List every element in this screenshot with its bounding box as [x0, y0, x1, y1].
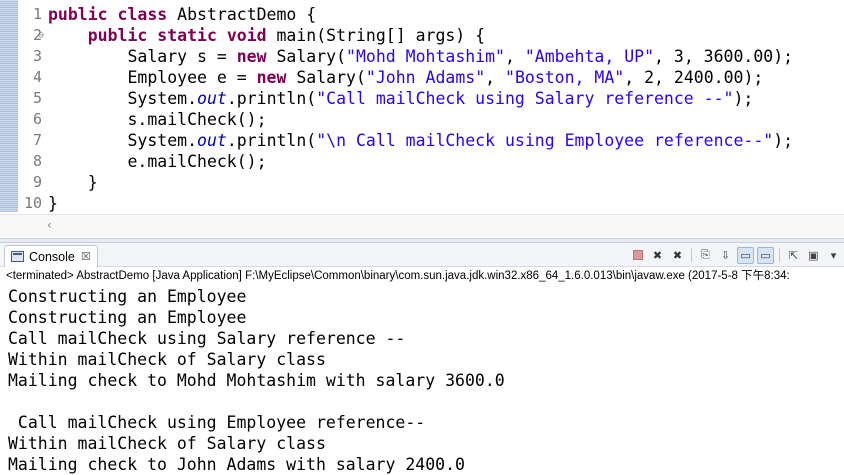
- show-stderr-icon[interactable]: ▭: [757, 246, 774, 264]
- code-token: System.: [48, 131, 198, 150]
- code-token: AbstractDemo {: [167, 5, 317, 24]
- line-number: 4: [32, 68, 42, 86]
- line-number: 5: [32, 89, 42, 107]
- code-token: );: [773, 131, 794, 150]
- remove-launch-icon[interactable]: ✖: [649, 247, 666, 264]
- console-icon: [11, 251, 24, 262]
- code-text: }: [48, 193, 58, 214]
- code-text: s.mailCheck();: [48, 109, 267, 130]
- line-number: 10: [23, 194, 42, 212]
- console-toolbar: ✖ ✖ ⎘ ⇩ ▭ ▭ ⇱ ▣ ▾: [629, 246, 842, 264]
- code-line[interactable]: 7 System.out.println("\n Call mailCheck …: [0, 130, 844, 151]
- console-output-line: Call mailCheck using Employee reference-…: [8, 413, 426, 432]
- string-token: "John Adams": [365, 68, 486, 87]
- code-line[interactable]: 3 Salary s = new Salary("Mohd Mohtashim"…: [0, 46, 844, 67]
- code-line[interactable]: 5 System.out.println("Call mailCheck usi…: [0, 88, 844, 109]
- code-line[interactable]: 6 s.mailCheck();: [0, 109, 844, 130]
- console-output-line: Mailing check to John Adams with salary …: [8, 455, 465, 474]
- code-token: s.mailCheck();: [48, 110, 267, 129]
- code-line[interactable]: 1 public class AbstractDemo {: [0, 4, 844, 25]
- keyword-token: new: [236, 47, 267, 66]
- scroll-left-arrow-icon[interactable]: ‹: [47, 218, 52, 232]
- terminate-square: [632, 250, 643, 260]
- fold-collapse-icon[interactable]: ⊖: [38, 25, 44, 46]
- code-token: , 3, 3600.00);: [654, 47, 794, 66]
- close-icon[interactable]: ☒: [81, 250, 91, 263]
- code-token: .println(: [226, 131, 317, 150]
- code-editor[interactable]: 1 public class AbstractDemo {2 ⊖ public st…: [0, 0, 844, 238]
- line-number: 7: [32, 131, 42, 149]
- code-line[interactable]: 9 }: [0, 172, 844, 193]
- clear-console-icon[interactable]: ⎘: [697, 247, 714, 264]
- toolbar-separator: [691, 248, 692, 262]
- code-text: e.mailCheck();: [48, 151, 267, 172]
- code-token: main(String[] args) {: [266, 26, 486, 45]
- code-token: Salary(: [266, 47, 347, 66]
- console-output-line: Constructing an Employee: [8, 308, 247, 327]
- code-text: Employee e = new Salary("John Adams", "B…: [48, 67, 763, 88]
- string-token: "Boston, MA": [505, 68, 625, 87]
- line-number: 6: [32, 110, 42, 128]
- code-token: Salary(: [286, 68, 366, 87]
- code-text: public class AbstractDemo {: [48, 4, 316, 25]
- code-line[interactable]: 2 ⊖ public static void main(String[] args…: [0, 25, 844, 46]
- code-text: System.out.println("\n Call mailCheck us…: [48, 130, 793, 151]
- console-output-line: Constructing an Employee: [8, 287, 247, 306]
- code-token: Salary s =: [48, 47, 237, 66]
- code-line[interactable]: 4 Employee e = new Salary("John Adams", …: [0, 67, 844, 88]
- editor-horizontal-scrollbar[interactable]: ‹: [0, 214, 844, 236]
- line-number: 8: [32, 152, 42, 170]
- show-stdout-icon[interactable]: ▭: [737, 246, 754, 264]
- line-number: 1: [32, 5, 42, 23]
- string-token: "Mohd Mohtashim": [346, 47, 505, 66]
- code-text: System.out.println("Call mailCheck using…: [48, 88, 753, 109]
- line-number: 3: [32, 47, 42, 65]
- process-status-label: <terminated> AbstractDemo [Java Applicat…: [6, 270, 790, 282]
- display-console-icon[interactable]: ▣: [805, 247, 822, 264]
- code-line[interactable]: 10}: [0, 193, 844, 214]
- terminate-icon[interactable]: [629, 247, 646, 264]
- code-token: , 2, 2400.00);: [624, 68, 764, 87]
- code-token: .println(: [226, 89, 317, 108]
- console-output[interactable]: Constructing an Employee Constructing an …: [0, 286, 844, 475]
- console-output-line: Call mailCheck using Salary reference --: [8, 329, 406, 348]
- code-text: }: [48, 172, 98, 193]
- code-token: }: [48, 173, 98, 192]
- toolbar-separator: [779, 248, 780, 262]
- pin-console-icon[interactable]: ⇱: [785, 247, 802, 264]
- code-token: ,: [505, 47, 525, 66]
- console-view-header: Console ☒ ✖ ✖ ⎘ ⇩ ▭ ▭ ⇱ ▣ ▾: [0, 243, 844, 267]
- keyword-token: public static void: [87, 26, 267, 45]
- tab-console[interactable]: Console ☒: [4, 245, 98, 267]
- code-token: e.mailCheck();: [48, 152, 267, 171]
- string-token: "Call mailCheck using Salary reference -…: [316, 89, 734, 108]
- code-token: );: [733, 89, 754, 108]
- keyword-token: new: [256, 68, 287, 87]
- code-line[interactable]: 8 e.mailCheck();: [0, 151, 844, 172]
- string-token: "Ambehta, UP": [524, 47, 655, 66]
- field-token: out: [197, 89, 227, 108]
- console-tab-label: Console: [29, 249, 75, 264]
- remove-all-terminated-icon[interactable]: ✖: [669, 247, 686, 264]
- code-token: Employee e =: [48, 68, 257, 87]
- dropdown-icon[interactable]: ▾: [825, 247, 842, 264]
- line-number: 9: [32, 173, 42, 191]
- code-token: }: [48, 194, 58, 213]
- console-output-line: Within mailCheck of Salary class: [8, 350, 326, 369]
- code-token: ,: [485, 68, 506, 87]
- field-token: out: [197, 131, 227, 150]
- console-output-line: Within mailCheck of Salary class: [8, 434, 326, 453]
- scroll-lock-icon[interactable]: ⇩: [717, 247, 734, 264]
- string-token: "\n Call mailCheck using Employee refere…: [316, 131, 774, 150]
- code-text: Salary s = new Salary("Mohd Mohtashim" , …: [48, 46, 793, 67]
- console-output-line: Mailing check to Mohd Mohtashim with sal…: [8, 371, 505, 390]
- code-token: System.: [48, 89, 198, 108]
- keyword-token: public class: [48, 5, 168, 24]
- code-text: public static void main(String[] args) {: [48, 25, 485, 46]
